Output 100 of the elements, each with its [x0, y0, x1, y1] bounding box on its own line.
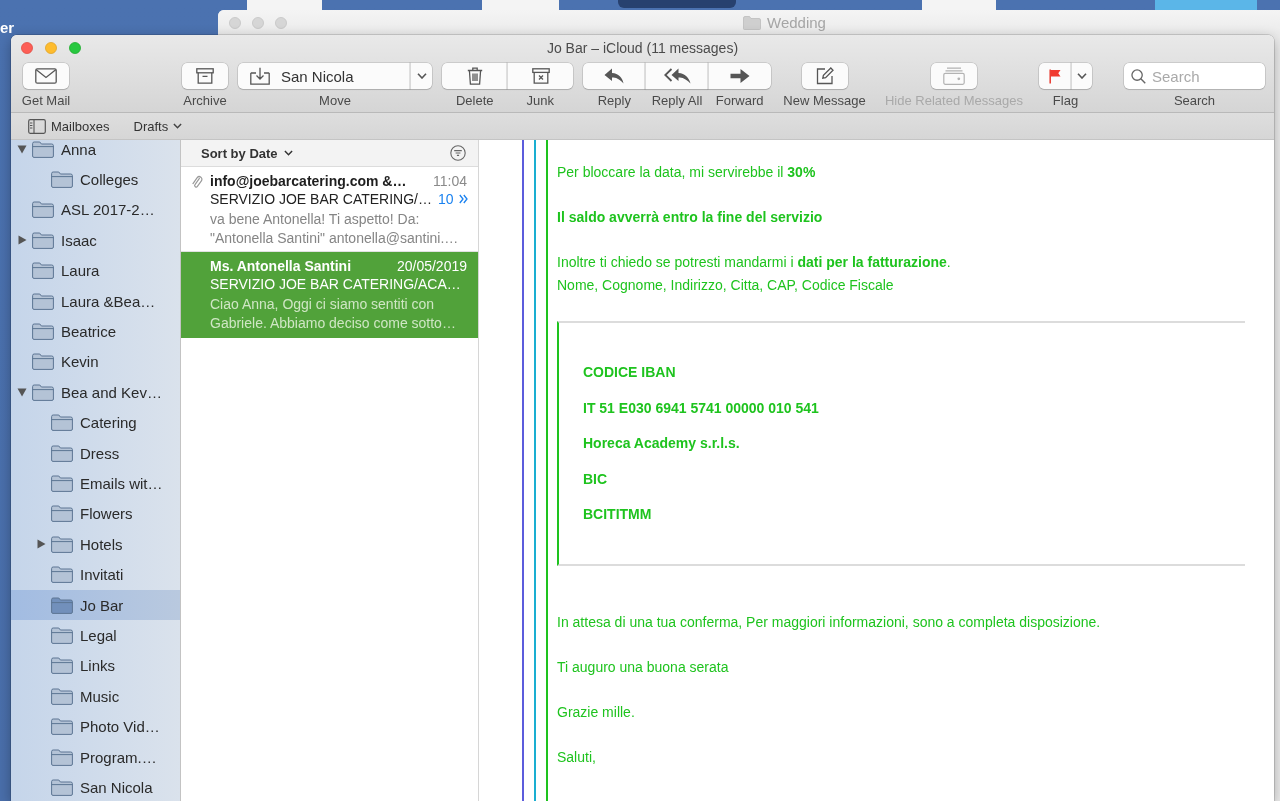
folder-icon [32, 262, 54, 280]
flag-button[interactable] [1039, 63, 1071, 89]
folder-icon [51, 657, 73, 675]
body-paragraph: Grazie mille. [557, 703, 636, 722]
sidebar-item[interactable]: Links [11, 650, 180, 682]
sidebar-item[interactable]: ASL 2017-2… [11, 194, 180, 226]
sidebar-item[interactable]: Bea and Kev… [11, 377, 180, 408]
disclosure-triangle-icon[interactable] [17, 144, 27, 155]
folder-icon [51, 778, 73, 796]
filter-icon[interactable] [450, 145, 466, 161]
sidebar-item[interactable]: Colleges [11, 164, 180, 195]
toolbar-label: New Message [783, 93, 866, 109]
bank-detail-line: BIC [583, 469, 609, 489]
toolbar-label: Archive [183, 93, 227, 109]
disclosure-triangle-icon[interactable] [17, 387, 27, 398]
sidebar-item[interactable]: Photo Vid… [11, 711, 180, 742]
body-paragraph: Per bloccare la data, mi servirebbe il 30% [557, 163, 817, 182]
sidebar-item[interactable]: Kevin [11, 346, 180, 378]
message-preview: va bene Antonella! Ti aspetto! Da: "Antonella Santini" antonella@santini.… [210, 210, 460, 248]
disclosure-triangle-icon[interactable] [36, 539, 46, 550]
folder-icon [32, 231, 54, 249]
folder-icon [51, 718, 73, 736]
sidebar-item[interactable]: Laura &Bea… [11, 285, 180, 317]
body-paragraph: In attesa di una tua conferma, Per maggiori informazioni, sono a completa disposizione. [557, 613, 1102, 632]
folder-icon [32, 383, 54, 401]
sidebar-item[interactable]: Music [11, 681, 180, 712]
caret-icon [283, 150, 293, 156]
thread-count: 10 [437, 191, 454, 207]
sidebar-item[interactable]: Anna [11, 140, 180, 165]
archive-button[interactable] [182, 63, 228, 89]
envelope-icon [35, 68, 57, 84]
flag-icon [1049, 68, 1061, 84]
sidebar-item[interactable]: Program.… [11, 741, 180, 773]
message-subject: SERVIZIO JOE BAR CATERING/ACA… [210, 276, 461, 292]
toolbar-label: Flag [1052, 93, 1079, 109]
forward-button[interactable] [708, 63, 771, 89]
favorite-mailbox-button[interactable]: Drafts [133, 118, 183, 134]
sidebar-item[interactable]: Catering [11, 407, 180, 438]
body-paragraph: Saluti, [557, 748, 597, 767]
archive-box-icon [196, 68, 214, 84]
sender-name: Ms. Antonella Santini [210, 258, 352, 274]
delete-button[interactable] [442, 63, 507, 89]
move-menu-button[interactable] [410, 63, 432, 89]
desktop-icon-label: er [0, 19, 15, 36]
flag-menu-button[interactable] [1071, 63, 1092, 89]
message-date: 11:04 [433, 173, 467, 189]
sidebar-item[interactable]: San Nicola [11, 772, 180, 801]
folder-icon [51, 505, 73, 523]
folder-icon [32, 353, 54, 371]
double-chevron-icon[interactable] [458, 194, 468, 204]
bank-detail-line: IT 51 E030 6941 5741 00000 010 541 [583, 398, 820, 418]
bank-detail-line: BCITITMM [583, 505, 653, 524]
get-mail-button[interactable] [23, 63, 69, 89]
caret-icon [1077, 73, 1087, 79]
folder-icon [32, 140, 54, 158]
junk-button[interactable] [507, 63, 573, 89]
move-button[interactable]: San Nicola [238, 63, 410, 89]
folder-icon [51, 687, 73, 705]
sidebar-item[interactable]: Isaac [11, 225, 180, 256]
bank-detail-line: Horeca Academy s.r.l.s. [583, 434, 741, 453]
reply-button[interactable] [583, 63, 645, 89]
message-preview: Ciao Anna, Oggi ci siamo sentiti con Gabriele. Abbiamo deciso come sotto… [210, 295, 457, 333]
folder-icon [51, 748, 73, 766]
toolbar-label: Move [319, 93, 351, 109]
sidebar-item[interactable]: Jo Bar [11, 589, 180, 621]
sidebar-item[interactable]: Dress [11, 437, 180, 469]
folder-icon [51, 626, 73, 644]
body-paragraph: Il saldo avverrà entro la fine del servizio [557, 208, 824, 227]
folder-icon [51, 566, 73, 584]
window-title: Wedding [767, 14, 826, 31]
card-stack-icon [943, 67, 965, 85]
body-paragraph: Inoltre ti chiedo se potresti mandarmi i dati per la fatturazione. Nome, Cognome, Indirizzo, Citta, CAP, Codice Fiscale [557, 253, 952, 295]
search-icon [1131, 68, 1146, 84]
sort-button[interactable]: Sort by Date [201, 145, 293, 161]
toolbar-label: Delete [455, 93, 494, 109]
sender-name: info@joebarcatering.com &… [210, 173, 407, 189]
sidebar-item[interactable]: Laura [11, 255, 180, 286]
message-subject: SERVIZIO JOE BAR CATERING/… [210, 191, 432, 207]
disclosure-triangle-icon[interactable] [17, 235, 27, 246]
sidebar-icon [28, 118, 46, 134]
sidebar-item[interactable]: Legal [11, 620, 180, 651]
right-arrow-icon [730, 68, 750, 84]
message-date: 20/05/2019 [396, 258, 467, 274]
sidebar-item[interactable]: Invitati [11, 559, 180, 590]
reply-all-button[interactable] [645, 63, 708, 89]
mailboxes-button[interactable]: Mailboxes [28, 118, 110, 134]
window-title: Jo Bar – iCloud (11 messages) [546, 39, 739, 56]
folder-icon [51, 414, 73, 432]
new-message-button[interactable] [801, 63, 848, 89]
sidebar-item[interactable]: Hotels [11, 529, 180, 560]
double-reply-arrow-icon [663, 68, 691, 84]
sidebar-item[interactable]: Flowers [11, 498, 180, 530]
tray-arrow-icon [250, 67, 270, 85]
close-icon[interactable] [21, 41, 33, 54]
pencil-square-icon [815, 67, 834, 85]
sidebar-item[interactable]: Beatrice [11, 316, 180, 347]
folder-icon [32, 292, 54, 310]
search-field[interactable]: Search [1124, 63, 1265, 89]
sidebar-item[interactable]: Emails wit… [11, 468, 180, 499]
folder-icon [51, 535, 73, 553]
